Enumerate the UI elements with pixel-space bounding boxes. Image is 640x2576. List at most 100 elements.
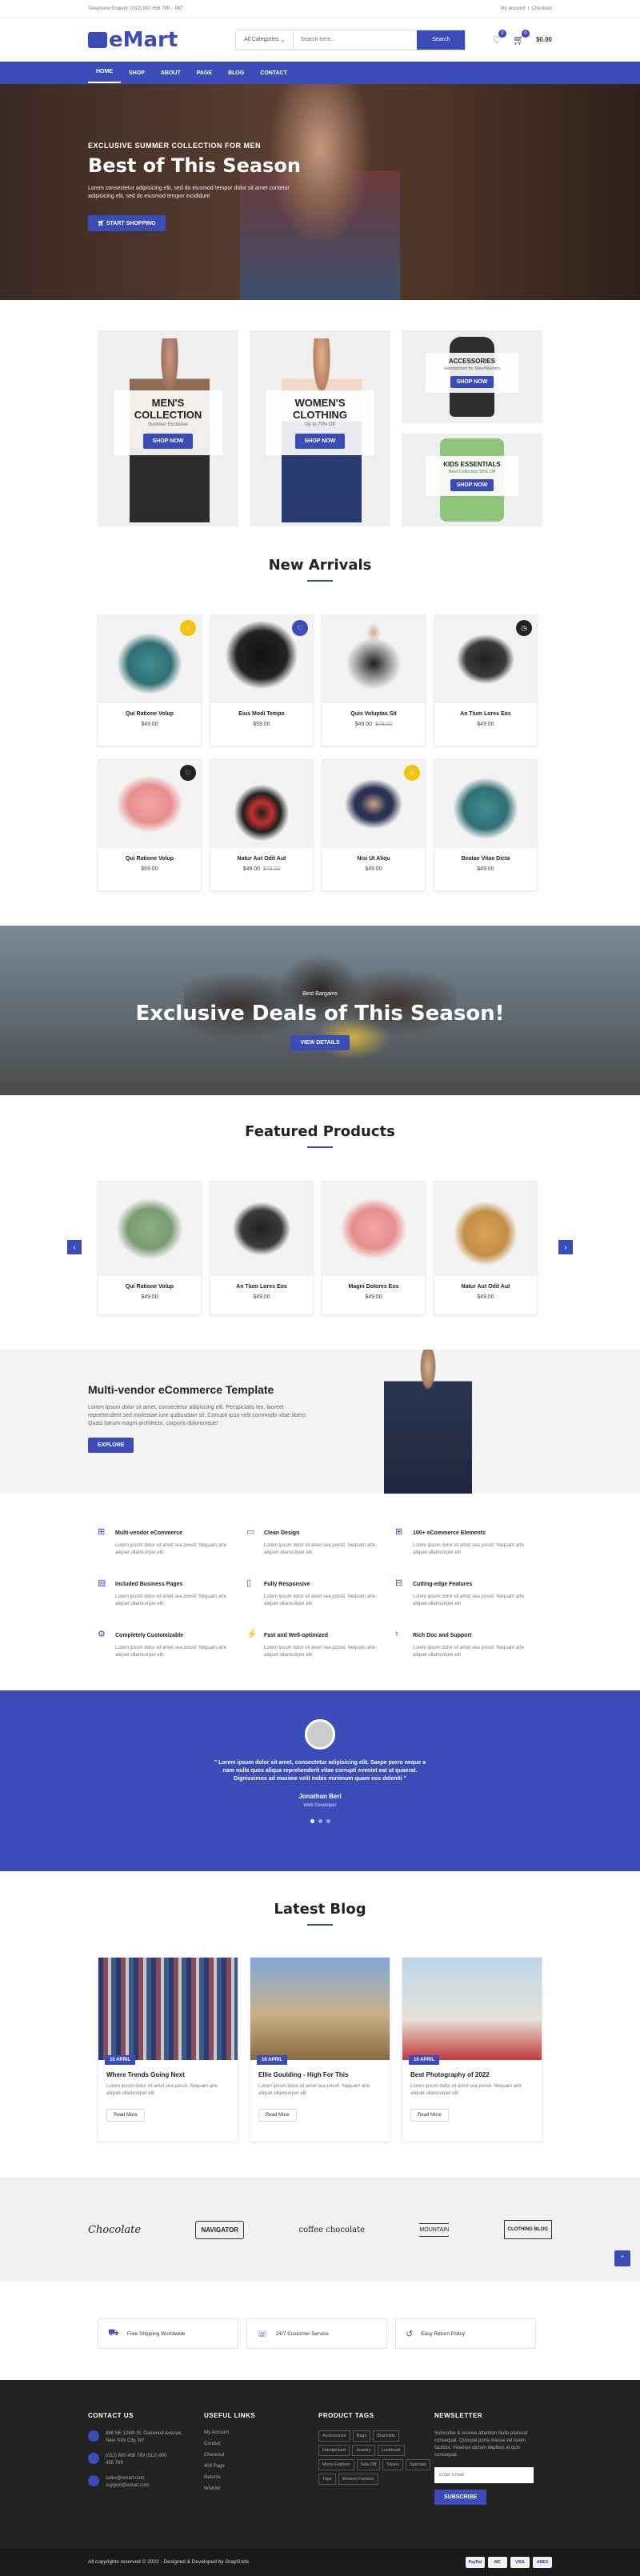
promo-kids[interactable]: KIDS ESSENTIALS Best Collection 50% Off … <box>402 434 542 526</box>
cart-icon[interactable]: 🛒︎ 0 <box>513 29 530 46</box>
product-name[interactable]: An Tium Lores Eos <box>434 711 537 717</box>
footer-link[interactable]: Contact <box>204 2442 318 2446</box>
nav-contact[interactable]: CONTACT <box>252 70 295 76</box>
product-name[interactable]: Nisi Ut Aliqu <box>322 856 425 862</box>
product-card[interactable]: ☆ Nisi Ut Aliqu $49.00 <box>322 759 426 891</box>
wishlist-badge-icon[interactable]: ♡ <box>180 765 196 781</box>
promo-men[interactable]: MEN'S COLLECTION Summer Exclusive SHOP N… <box>98 330 238 526</box>
feature-text: Lorem ipsum dolor sit amet sea possit. N… <box>264 1543 376 1555</box>
brand-logo[interactable]: MOUNTAIN <box>419 2222 450 2237</box>
product-name[interactable]: Natur Aut Odit Aut <box>210 856 313 862</box>
product-tag[interactable]: Shoes <box>382 2459 403 2470</box>
shop-accessories-button[interactable]: SHOP NOW <box>450 376 494 388</box>
subscribe-button[interactable]: SUBSCRIBE <box>434 2490 487 2505</box>
shop-men-button[interactable]: SHOP NOW <box>142 434 194 449</box>
category-select[interactable]: All Categories ⌄ <box>236 30 294 50</box>
product-card[interactable]: ☆ Qui Ratione Volup $49.00 <box>98 614 202 746</box>
product-card[interactable]: ♡ Qui Ratione Volup $69.00 <box>98 759 202 891</box>
product-tag[interactable]: Lookbook <box>377 2445 405 2456</box>
featured-product-card[interactable]: An Tium Lores Eos $49.00 <box>210 1181 314 1315</box>
nav-shop[interactable]: SHOP <box>121 70 153 76</box>
product-tag[interactable]: Bags <box>352 2430 371 2442</box>
product-name[interactable]: Eius Modi Tempo <box>210 711 313 717</box>
blog-card[interactable]: 16 APRIL Ellie Goulding - High For This Lo… <box>250 1957 390 2142</box>
footer-link[interactable]: 404 Page <box>204 2464 318 2469</box>
product-name[interactable]: Magni Dolores Eos <box>322 1284 425 1290</box>
product-tag[interactable]: Women Fashion <box>338 2474 378 2485</box>
promo-women[interactable]: WOMEN'S CLOTHING Up to 70% Off SHOP NOW <box>250 330 390 526</box>
product-name[interactable]: Natur Aut Odit Aut <box>434 1284 537 1290</box>
promo-accessories[interactable]: ACCESSORIES Handpicked for Men/Women SHO… <box>402 330 542 423</box>
dot[interactable] <box>318 1819 322 1823</box>
product-card[interactable]: Natur Aut Odit Aut $49.00 $79.00 <box>210 759 314 891</box>
date-badge: 16 APRIL <box>409 2055 440 2065</box>
my-account-link[interactable]: My account <box>501 6 526 11</box>
product-name[interactable]: Qui Ratione Volup <box>98 711 201 717</box>
shop-kids-button[interactable]: SHOP NOW <box>450 479 494 491</box>
read-more-button[interactable]: Read More <box>258 2109 297 2122</box>
carousel-next-button[interactable]: › <box>558 1240 573 1254</box>
logo[interactable]: eMart <box>88 28 178 52</box>
nav-about[interactable]: ABOUT <box>153 70 189 76</box>
product-image <box>98 1182 201 1276</box>
promo-acc-title: ACCESSORIES <box>448 358 496 365</box>
carousel-prev-button[interactable]: ‹ <box>67 1240 82 1254</box>
product-card[interactable]: ♡ Eius Modi Tempo $59.00 <box>210 614 314 746</box>
product-tag[interactable]: Mens Fashion <box>318 2459 354 2470</box>
product-name[interactable]: Qui Ratione Volup <box>98 1284 201 1290</box>
wishlist-badge-icon[interactable]: ♡ <box>292 620 308 636</box>
product-tag[interactable]: Tops <box>318 2474 336 2485</box>
nav-home[interactable]: HOME <box>88 62 121 83</box>
wishlist-badge-icon[interactable]: ◷ <box>516 620 532 636</box>
product-tag[interactable]: Bracelets <box>373 2430 400 2442</box>
product-tag[interactable]: Sale Off <box>356 2459 381 2470</box>
product-name[interactable]: Qui Ratione Volup <box>98 856 201 862</box>
brand-logo[interactable]: CLOTHING BLOG <box>503 2220 552 2239</box>
brand-logo[interactable]: NAVIGATOR <box>195 2220 245 2239</box>
explore-button[interactable]: EXPLORE <box>88 1438 134 1453</box>
product-tag[interactable]: Specials <box>405 2459 430 2470</box>
footer-link[interactable]: Returns <box>204 2475 318 2480</box>
nav-blog[interactable]: BLOG <box>220 70 252 76</box>
product-tag[interactable]: Jewelry <box>352 2445 375 2456</box>
blog-card[interactable]: 16 APRIL Where Trends Going Next Lorem ips… <box>98 1957 238 2142</box>
checkout-link[interactable]: Checkout <box>532 6 552 11</box>
read-more-button[interactable]: Read More <box>106 2109 145 2122</box>
product-tag[interactable]: Accessories <box>318 2430 350 2442</box>
shop-women-button[interactable]: SHOP NOW <box>294 434 346 449</box>
product-tag[interactable]: Handpicked <box>318 2445 350 2456</box>
old-price: $79.00 <box>263 866 281 872</box>
search-input[interactable] <box>294 30 418 50</box>
featured-product-card[interactable]: Qui Ratione Volup $49.00 <box>98 1181 202 1315</box>
blog-post-title[interactable]: Where Trends Going Next <box>106 2071 230 2078</box>
footer-link[interactable]: Wishlist <box>204 2486 318 2491</box>
product-name[interactable]: An Tium Lores Eos <box>210 1284 313 1290</box>
blog-card[interactable]: 16 APRIL Best Photography of 2022 Lorem ip… <box>402 1957 542 2142</box>
wishlist-badge-icon[interactable]: ☆ <box>404 765 420 781</box>
blog-post-title[interactable]: Best Photography of 2022 <box>410 2071 534 2078</box>
footer-phones: (012) 800 456 789 (012) 800 456 789 <box>106 2454 167 2466</box>
blog-post-title[interactable]: Ellie Goulding - High For This <box>258 2071 382 2078</box>
product-name[interactable]: Quis Voluptas Sit <box>322 711 425 717</box>
featured-product-card[interactable]: Magni Dolores Eos $49.00 <box>322 1181 426 1315</box>
read-more-button[interactable]: Read More <box>410 2109 449 2122</box>
nav-page[interactable]: PAGE <box>189 70 220 76</box>
product-card[interactable]: Quis Voluptas Sit $49.00 $79.00 <box>322 614 426 746</box>
wishlist-badge-icon[interactable]: ☆ <box>180 620 196 636</box>
product-name[interactable]: Beatae Vitae Dicta <box>434 856 537 862</box>
product-card[interactable]: Beatae Vitae Dicta $49.00 <box>434 759 538 891</box>
product-card[interactable]: ◷ An Tium Lores Eos $49.00 <box>434 614 538 746</box>
footer-link[interactable]: Checkout <box>204 2453 318 2458</box>
search-button[interactable]: Search <box>417 30 466 50</box>
wishlist-icon[interactable]: ♡ 0 <box>493 29 506 46</box>
start-shopping-button[interactable]: 🛒︎ START SHOPPING <box>88 215 166 231</box>
scroll-top-button[interactable]: ⌃ <box>614 2250 630 2266</box>
view-details-button[interactable]: VIEW DETAILS <box>290 1035 350 1050</box>
newsletter-email-input[interactable] <box>434 2467 534 2483</box>
dot[interactable] <box>326 1819 330 1823</box>
brand-logo[interactable]: coffee chocolate <box>299 2226 366 2234</box>
dot-active[interactable] <box>310 1819 314 1823</box>
footer-link[interactable]: My Account <box>204 2430 318 2435</box>
brand-logo[interactable]: Chocolate <box>88 2224 141 2236</box>
featured-product-card[interactable]: Natur Aut Odit Aut $49.00 <box>434 1181 538 1315</box>
